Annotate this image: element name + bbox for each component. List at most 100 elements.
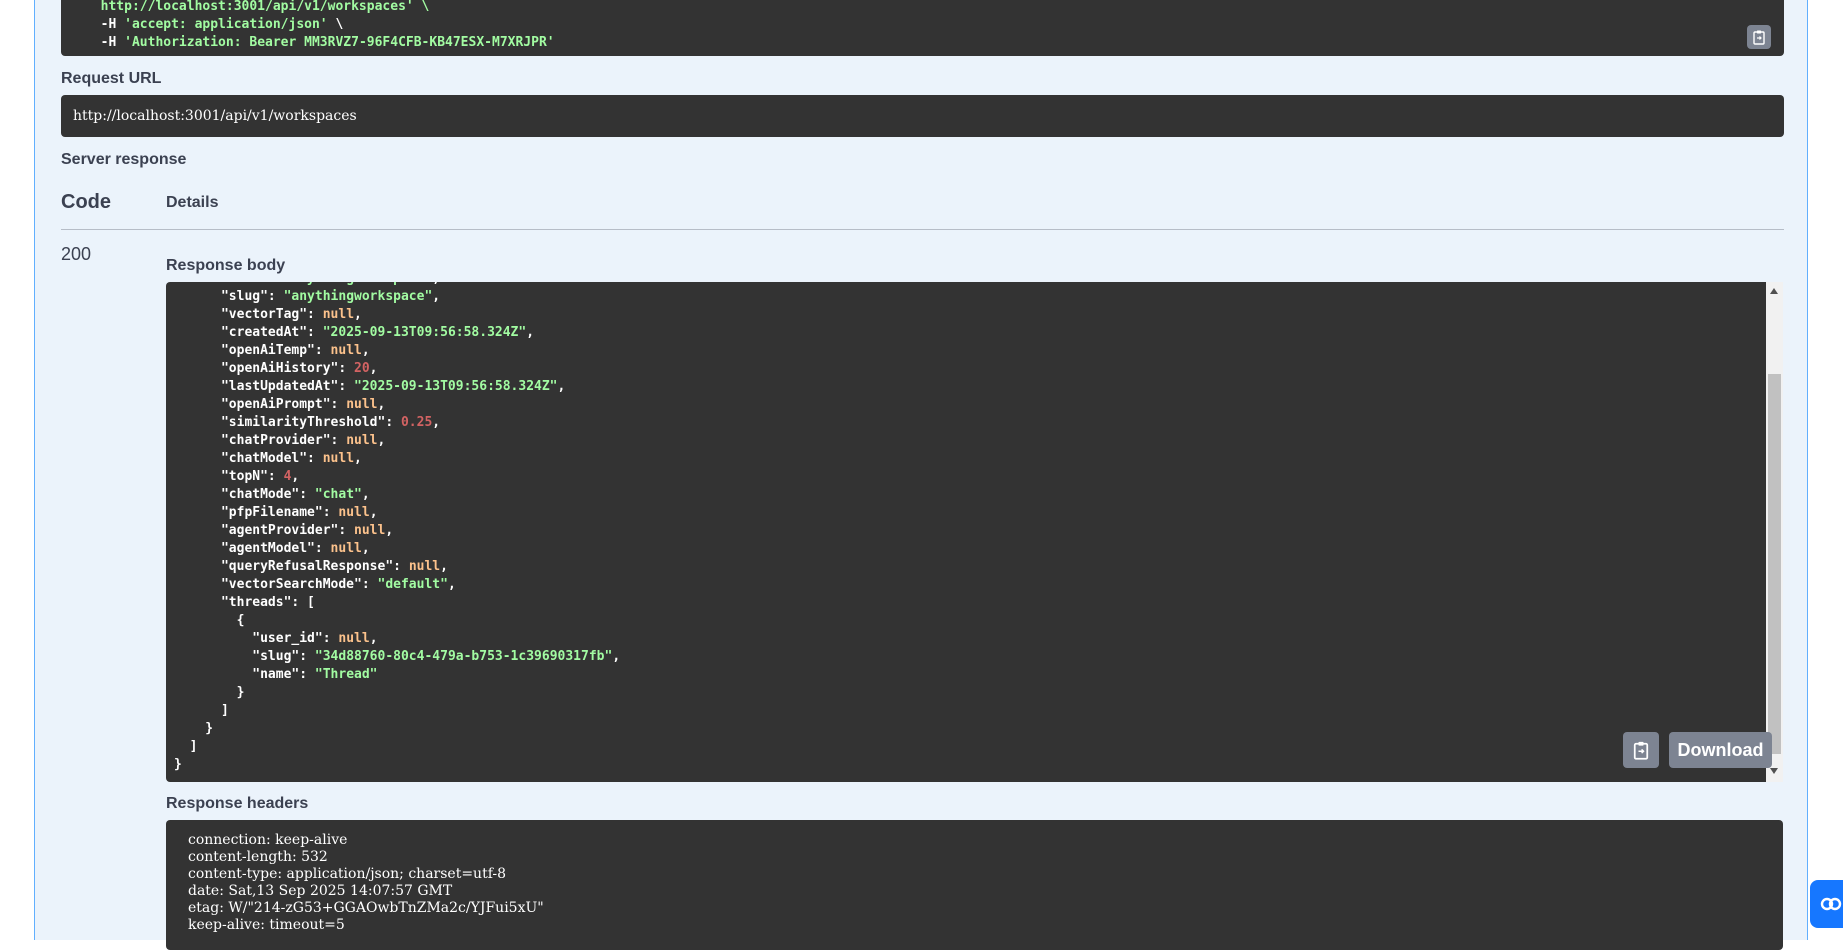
scroll-up-arrow-icon[interactable]: [1770, 288, 1778, 294]
json-token: "chat": [314, 487, 362, 502]
response-header-line: keep-alive: timeout=5: [188, 917, 345, 933]
json-token: ,: [354, 307, 362, 322]
json-token: "openAiTemp":: [174, 343, 331, 358]
json-token: 0.25: [400, 415, 433, 430]
json-token: "2025-09-13T09:56:58.324Z": [354, 379, 558, 394]
response-header-line: content-length: 532: [188, 849, 328, 865]
response-col-code: Code: [61, 191, 111, 213]
json-token: null: [346, 433, 378, 448]
response-body-line: ]: [174, 702, 1754, 720]
response-status-code: 200: [61, 244, 92, 264]
json-token: ,: [432, 282, 440, 286]
json-token: }: [174, 685, 245, 700]
response-body-line: "slug": "anythingworkspace",: [174, 288, 1754, 306]
json-token: ,: [377, 397, 386, 412]
json-token: ,: [377, 433, 386, 448]
curl-command: http://localhost:3001/api/v1/workspaces'…: [61, 0, 1784, 56]
json-token: ,: [361, 343, 370, 358]
json-token: "vectorTag":: [174, 307, 323, 322]
json-token: ,: [361, 487, 370, 502]
json-token: null: [408, 559, 441, 574]
json-token: ,: [291, 469, 300, 484]
json-token: "openAiHistory":: [174, 361, 355, 376]
json-token: {: [174, 613, 245, 628]
response-body[interactable]: "name": "anythingworkspace", "slug": "an…: [166, 282, 1783, 782]
json-token: "default": [377, 577, 448, 592]
response-body-line: "chatProvider": null,: [174, 432, 1754, 450]
json-token: ,: [354, 451, 362, 466]
json-token: }: [174, 757, 182, 772]
response-body-line: "topN": 4,: [174, 468, 1754, 486]
json-token: null: [322, 451, 355, 466]
response-body-line: "chatMode": "chat",: [174, 486, 1754, 504]
response-body-scrollbar[interactable]: [1766, 282, 1783, 782]
json-token: "slug":: [174, 289, 284, 304]
response-body-line: "openAiPrompt": null,: [174, 396, 1754, 414]
json-token: 20: [354, 361, 370, 376]
curl-line-3-prefix: -H: [85, 35, 125, 50]
scroll-down-arrow-icon[interactable]: [1770, 768, 1778, 774]
download-button[interactable]: Download: [1669, 732, 1772, 768]
json-token: "pfpFilename":: [174, 505, 339, 520]
response-table-divider: [61, 229, 1784, 230]
json-token: null: [338, 505, 370, 520]
response-headers: connection: keep-alive content-length: 53…: [166, 820, 1783, 950]
json-token: ,: [557, 379, 566, 394]
json-token: }: [174, 721, 214, 736]
curl-line-2-suffix: \: [327, 17, 344, 32]
response-body-line: "slug": "34d88760-80c4-479a-b753-1c39690…: [174, 648, 1754, 666]
json-token: ,: [432, 415, 441, 430]
json-token: "34d88760-80c4-479a-b753-1c39690317fb": [314, 649, 613, 664]
json-token: "queryRefusalResponse":: [174, 559, 409, 574]
response-header-line: connection: keep-alive: [188, 832, 348, 848]
copy-response-button[interactable]: [1623, 732, 1659, 768]
server-response-label: Server response: [61, 151, 187, 168]
assistant-widget-button[interactable]: [1810, 880, 1843, 928]
response-body-line: "openAiTemp": null,: [174, 342, 1754, 360]
response-body-line: }: [174, 720, 1754, 738]
json-token: ,: [526, 325, 535, 340]
response-body-line: "createdAt": "2025-09-13T09:56:58.324Z",: [174, 324, 1754, 342]
clipboard-icon: [1633, 741, 1649, 760]
json-token: "createdAt":: [174, 325, 323, 340]
json-token: null: [354, 523, 386, 538]
response-body-line: ]: [174, 738, 1754, 756]
scrollbar-thumb[interactable]: [1768, 374, 1781, 754]
json-token: "anythingworkspace": [283, 289, 433, 304]
response-body-line: "agentModel": null,: [174, 540, 1754, 558]
json-token: "Thread": [314, 667, 378, 682]
json-token: "user_id":: [174, 631, 339, 646]
json-token: "similarityThreshold":: [174, 415, 401, 430]
response-body-line: "openAiHistory": 20,: [174, 360, 1754, 378]
response-headers-label: Response headers: [166, 795, 309, 812]
json-token: "chatProvider":: [174, 433, 347, 448]
json-token: "chatMode":: [174, 487, 315, 502]
response-body-line: "agentProvider": null,: [174, 522, 1754, 540]
json-token: "agentModel":: [174, 541, 331, 556]
response-body-line: "name": "Thread": [174, 666, 1754, 684]
curl-line-2-header: 'accept: application/json': [124, 17, 328, 32]
curl-line-3-header: 'Authorization: Bearer MM3RVZ7-96F4CFB-K…: [124, 35, 555, 50]
json-token: ,: [440, 559, 448, 574]
json-token: null: [322, 307, 355, 322]
response-body-line: "chatModel": null,: [174, 450, 1754, 468]
response-header-line: etag: W/"214-zG53+GGAOwbTnZMa2c/YJFui5xU…: [188, 900, 544, 916]
response-body-label: Response body: [166, 257, 286, 274]
response-body-content: "name": "anythingworkspace", "slug": "an…: [174, 282, 1754, 774]
response-header-line: date: Sat,13 Sep 2025 14:07:57 GMT: [188, 883, 453, 899]
response-body-line: "vectorTag": null,: [174, 306, 1754, 324]
json-token: "2025-09-13T09:56:58.324Z": [322, 325, 527, 340]
response-header-line: content-type: application/json; charset=…: [188, 866, 507, 882]
response-body-line: "lastUpdatedAt": "2025-09-13T09:56:58.32…: [174, 378, 1754, 396]
json-token: null: [330, 541, 362, 556]
json-token: "chatModel":: [174, 451, 323, 466]
json-token: "threads": [: [174, 595, 315, 610]
response-body-line: "threads": [: [174, 594, 1754, 612]
response-body-line: }: [174, 756, 1754, 774]
copy-curl-button[interactable]: [1747, 25, 1771, 49]
json-token: ]: [174, 739, 198, 754]
json-token: "name":: [174, 667, 315, 682]
json-token: ,: [369, 361, 378, 376]
json-token: ,: [385, 523, 394, 538]
json-token: ]: [174, 703, 229, 718]
